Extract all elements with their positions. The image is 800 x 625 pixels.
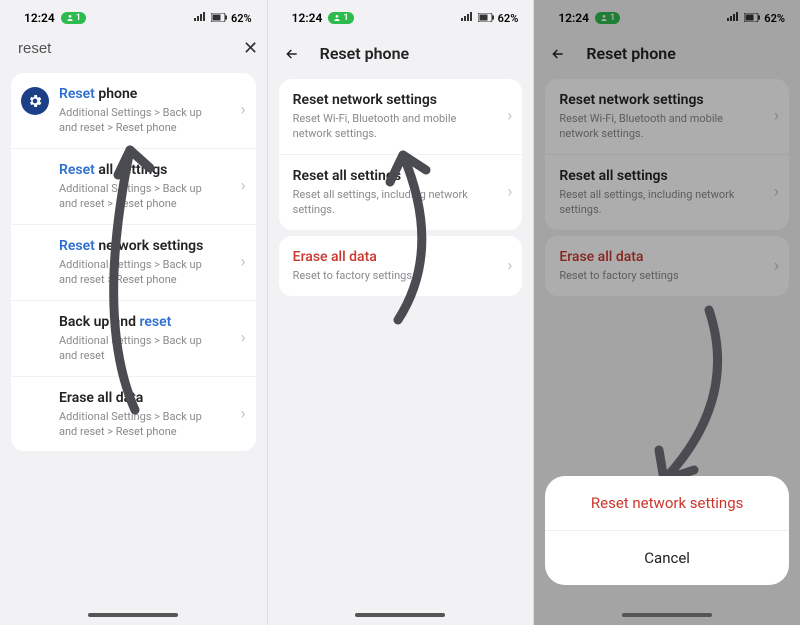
gear-icon [21,87,49,115]
result-title: Erase all data [59,389,218,407]
result-path: Additional Settings > Back up and reset [59,334,218,364]
sheet-cancel-button[interactable]: Cancel [545,530,789,585]
chevron-right-icon: › [507,256,512,276]
status-badge: 1 [328,12,353,24]
chevron-right-icon: › [241,176,246,196]
erase-card: Erase all data Reset to factory settings… [279,236,523,296]
battery-text: 62% [231,12,252,25]
result-path: Additional Settings > Back up and reset … [59,258,218,288]
signal-icon [460,12,474,25]
result-title: Reset phone [59,85,218,103]
row-sub: Reset all settings, including network se… [293,188,485,218]
row-sub: Reset Wi-Fi, Bluetooth and mobile networ… [293,112,485,142]
result-path: Additional Settings > Back up and reset … [59,182,218,212]
status-bar: 12:24 1 62% [268,0,534,30]
status-time: 12:24 [292,11,323,25]
screen-search-results: 12:24 1 62% ✕ Cancel Reset phone Additio… [0,0,267,625]
home-indicator [355,613,445,617]
chevron-right-icon: › [241,100,246,120]
screen-reset-phone: 12:24 1 62% Reset phone Reset network se… [267,0,534,625]
battery-text: 62% [498,12,519,25]
result-reset-phone[interactable]: Reset phone Additional Settings > Back u… [11,73,256,148]
result-path: Additional Settings > Back up and reset … [59,106,218,136]
row-erase-all[interactable]: Erase all data Reset to factory settings… [279,236,523,296]
result-path: Additional Settings > Back up and reset … [59,410,218,440]
result-title: Reset network settings [59,237,218,255]
page-header: Reset phone [268,30,534,73]
page-title: Reset phone [320,44,410,63]
status-time: 12:24 [24,11,55,25]
back-icon[interactable] [282,46,302,62]
action-sheet: Reset network settings Cancel [545,476,789,585]
status-right: 62% [460,12,519,25]
result-title: Reset all settings [59,161,218,179]
row-reset-all[interactable]: Reset all settings Reset all settings, i… [279,154,523,230]
row-title: Erase all data [293,248,485,266]
sheet-action-button[interactable]: Reset network settings [545,476,789,530]
search-input[interactable] [18,40,217,57]
chevron-right-icon: › [507,106,512,126]
chevron-right-icon: › [507,182,512,202]
row-sub: Reset to factory settings [293,269,485,284]
battery-icon [478,12,494,25]
result-reset-all-settings[interactable]: Reset all settings Additional Settings >… [11,148,256,224]
status-bar: 12:24 1 62% [0,0,267,30]
clear-icon[interactable]: ✕ [237,38,264,59]
battery-icon [211,12,227,25]
chevron-right-icon: › [241,328,246,348]
chevron-right-icon: › [241,404,246,424]
result-reset-network[interactable]: Reset network settings Additional Settin… [11,224,256,300]
home-indicator [88,613,178,617]
status-right: 62% [193,12,252,25]
reset-options-card: Reset network settings Reset Wi-Fi, Blue… [279,79,523,230]
chevron-right-icon: › [241,252,246,272]
result-backup-reset[interactable]: Back up and reset Additional Settings > … [11,300,256,376]
results-card: Reset phone Additional Settings > Back u… [11,73,256,451]
search-row: ✕ Cancel [0,30,267,67]
status-badge: 1 [61,12,86,24]
result-title: Back up and reset [59,313,218,331]
row-reset-network[interactable]: Reset network settings Reset Wi-Fi, Blue… [279,79,523,154]
home-indicator [622,613,712,617]
row-title: Reset network settings [293,91,485,109]
signal-icon [193,12,207,25]
result-erase-all[interactable]: Erase all data Additional Settings > Bac… [11,376,256,452]
screen-reset-confirm: 12:24 1 62% Reset phone Reset network se… [533,0,800,625]
row-title: Reset all settings [293,167,485,185]
